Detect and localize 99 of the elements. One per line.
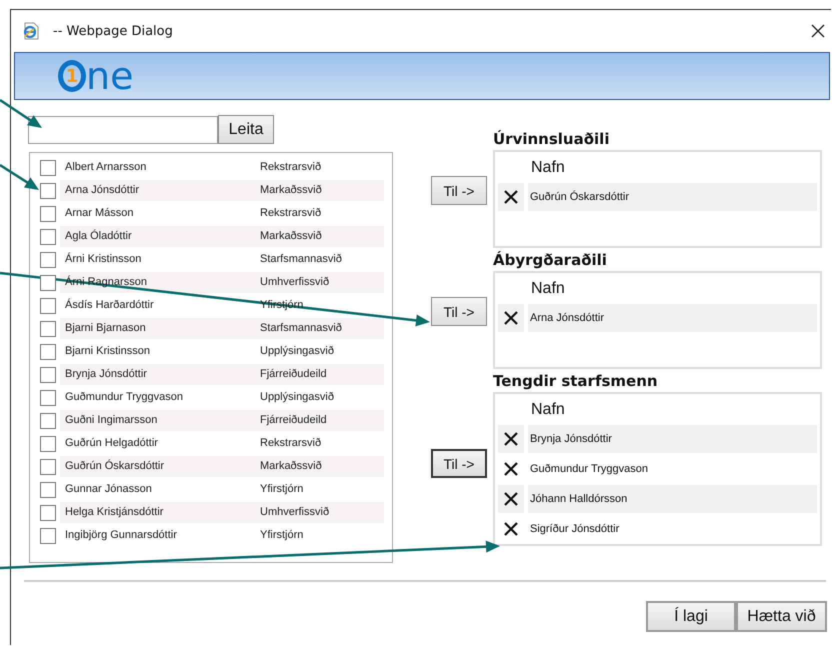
add-to-button[interactable]: Til -> [431, 297, 487, 326]
department-name: Yfirstjórn [260, 482, 304, 497]
dialog-button[interactable]: Í lagi [646, 601, 736, 632]
member-name: Arna Jónsdóttir [528, 304, 817, 332]
department-name: Upplýsingasvið [260, 390, 335, 405]
checkbox[interactable] [40, 412, 56, 428]
browser-icon [22, 22, 40, 40]
employee-name: Árni Kristinsson [64, 252, 142, 267]
employee-name: Guðrún Helgadóttir [64, 436, 159, 451]
remove-icon [503, 461, 519, 477]
employee-name: Guðni Ingimarsson [64, 413, 158, 428]
member-name: Sigríður Jónsdóttir [529, 522, 620, 537]
list-row[interactable]: Brynja Jónsdóttir Fjárreiðudeild [60, 364, 384, 385]
department-name: Fjárreiðudeild [260, 413, 328, 428]
department-name: Fjárreiðudeild [260, 367, 328, 382]
column-header: Nafn [530, 279, 566, 299]
checkbox[interactable] [40, 160, 56, 176]
department-name: Starfsmannasvið [260, 252, 343, 267]
employee-name: Agla Óladóttir [64, 228, 133, 244]
employee-name: Albert Arnarsson [64, 160, 148, 175]
employee-name: Guðmundur Tryggvason [64, 390, 184, 405]
employee-name: Bjarni Kristinsson [64, 344, 151, 359]
checkbox[interactable] [40, 182, 56, 198]
employee-name: Brynja Jónsdóttir [64, 367, 148, 382]
checkbox[interactable] [40, 390, 56, 406]
department-name: Yfirstjórn [260, 528, 304, 543]
search-field[interactable] [28, 116, 218, 144]
checkbox[interactable] [40, 320, 56, 336]
employee-name: Arnar Másson [64, 206, 134, 221]
group-title: Úrvinnsluaðili [493, 129, 610, 150]
checkbox[interactable] [40, 252, 56, 268]
dialog-button[interactable]: Hætta við [736, 601, 827, 632]
list-row[interactable]: Guðmundur Tryggvason Upplýsingasvið [60, 387, 384, 408]
remove-icon [503, 521, 519, 537]
remove-button[interactable] [498, 304, 524, 332]
column-header: Nafn [530, 400, 566, 420]
checkbox[interactable] [40, 458, 56, 474]
checkbox[interactable] [40, 206, 56, 222]
checkbox[interactable] [40, 228, 56, 244]
department-name: Umhverfissvið [260, 275, 330, 290]
column-header: Nafn [530, 158, 566, 178]
employee-name: Gunnar Jónasson [64, 482, 153, 497]
checkbox[interactable] [40, 504, 56, 520]
list-row[interactable]: Guðni Ingimarsson Fjárreiðudeild [60, 410, 384, 431]
employee-name: Arna Jónsdóttir [64, 183, 140, 198]
group-title: Ábyrgðaraðili [493, 250, 608, 271]
department-name: Rekstrarsvið [260, 436, 322, 451]
checkbox[interactable] [40, 298, 56, 314]
department-name: Markaðssvið [260, 459, 323, 474]
remove-icon [503, 189, 519, 205]
checkbox[interactable] [40, 366, 56, 382]
checkbox[interactable] [40, 344, 56, 360]
remove-icon [503, 431, 519, 447]
list-row[interactable]: Agla Óladóttir Markaðssvið [60, 226, 384, 247]
checkbox[interactable] [40, 436, 56, 452]
list-row[interactable]: Arna Jónsdóttir Markaðssvið [60, 180, 384, 201]
list-row[interactable]: Bjarni Kristinsson Upplýsingasvið [60, 341, 384, 362]
search-button[interactable]: Leita [218, 115, 274, 144]
list-row[interactable]: Árni Kristinsson Starfsmannasvið [60, 249, 384, 270]
department-name: Rekstrarsvið [260, 160, 322, 175]
list-row[interactable]: Bjarni Bjarnason Starfsmannasvið [60, 318, 384, 339]
list-row[interactable]: Gunnar Jónasson Yfirstjórn [60, 479, 384, 500]
remove-icon [503, 310, 519, 326]
list-row[interactable]: Albert Arnarsson Rekstrarsvið [60, 157, 384, 178]
add-to-button[interactable]: Til -> [431, 449, 487, 478]
annotation-arrow [0, 164, 39, 190]
logo: 1 ne [58, 57, 134, 95]
list-row[interactable]: Guðrún Helgadóttir Rekstrarsvið [60, 433, 384, 454]
member-name: Brynja Jónsdóttir [528, 425, 817, 453]
member-name: Jóhann Halldórsson [528, 485, 817, 513]
department-name: Upplýsingasvið [260, 344, 335, 359]
department-name: Rekstrarsvið [260, 206, 322, 221]
department-name: Markaðssvið [260, 183, 323, 198]
checkbox[interactable] [40, 274, 56, 290]
close-icon[interactable] [811, 24, 825, 38]
employee-name: Ásdís Harðardóttir [64, 298, 155, 313]
department-name: Umhverfissvið [260, 505, 330, 520]
checkbox[interactable] [40, 528, 56, 544]
list-row[interactable]: Guðrún Óskarsdóttir Markaðssvið [60, 456, 384, 477]
remove-button[interactable] [498, 485, 524, 513]
employee-name: Guðrún Óskarsdóttir [64, 458, 166, 474]
remove-button[interactable] [498, 183, 524, 211]
group-title: Tengdir starfsmenn [493, 371, 659, 392]
member-name: Guðmundur Tryggvason [529, 462, 650, 477]
employee-name: Bjarni Bjarnason [64, 321, 147, 336]
annotation-arrow [0, 98, 42, 128]
remove-icon [503, 491, 519, 507]
employee-name: Helga Kristjánsdóttir [64, 505, 164, 520]
add-to-button[interactable]: Til -> [431, 176, 487, 205]
remove-button[interactable] [498, 425, 524, 453]
list-row[interactable]: Helga Kristjánsdóttir Umhverfissvið [60, 502, 384, 523]
member-name: Guðrún Óskarsdóttir [528, 183, 817, 211]
department-name: Markaðssvið [260, 229, 323, 244]
checkbox[interactable] [40, 482, 56, 498]
department-name: Starfsmannasvið [260, 321, 343, 336]
list-row[interactable]: Ingibjörg Gunnarsdóttir Yfirstjórn [60, 525, 384, 546]
employee-name: Ingibjörg Gunnarsdóttir [64, 528, 178, 543]
list-row[interactable]: Arnar Másson Rekstrarsvið [60, 203, 384, 224]
window-title: -- Webpage Dialog [53, 24, 173, 38]
